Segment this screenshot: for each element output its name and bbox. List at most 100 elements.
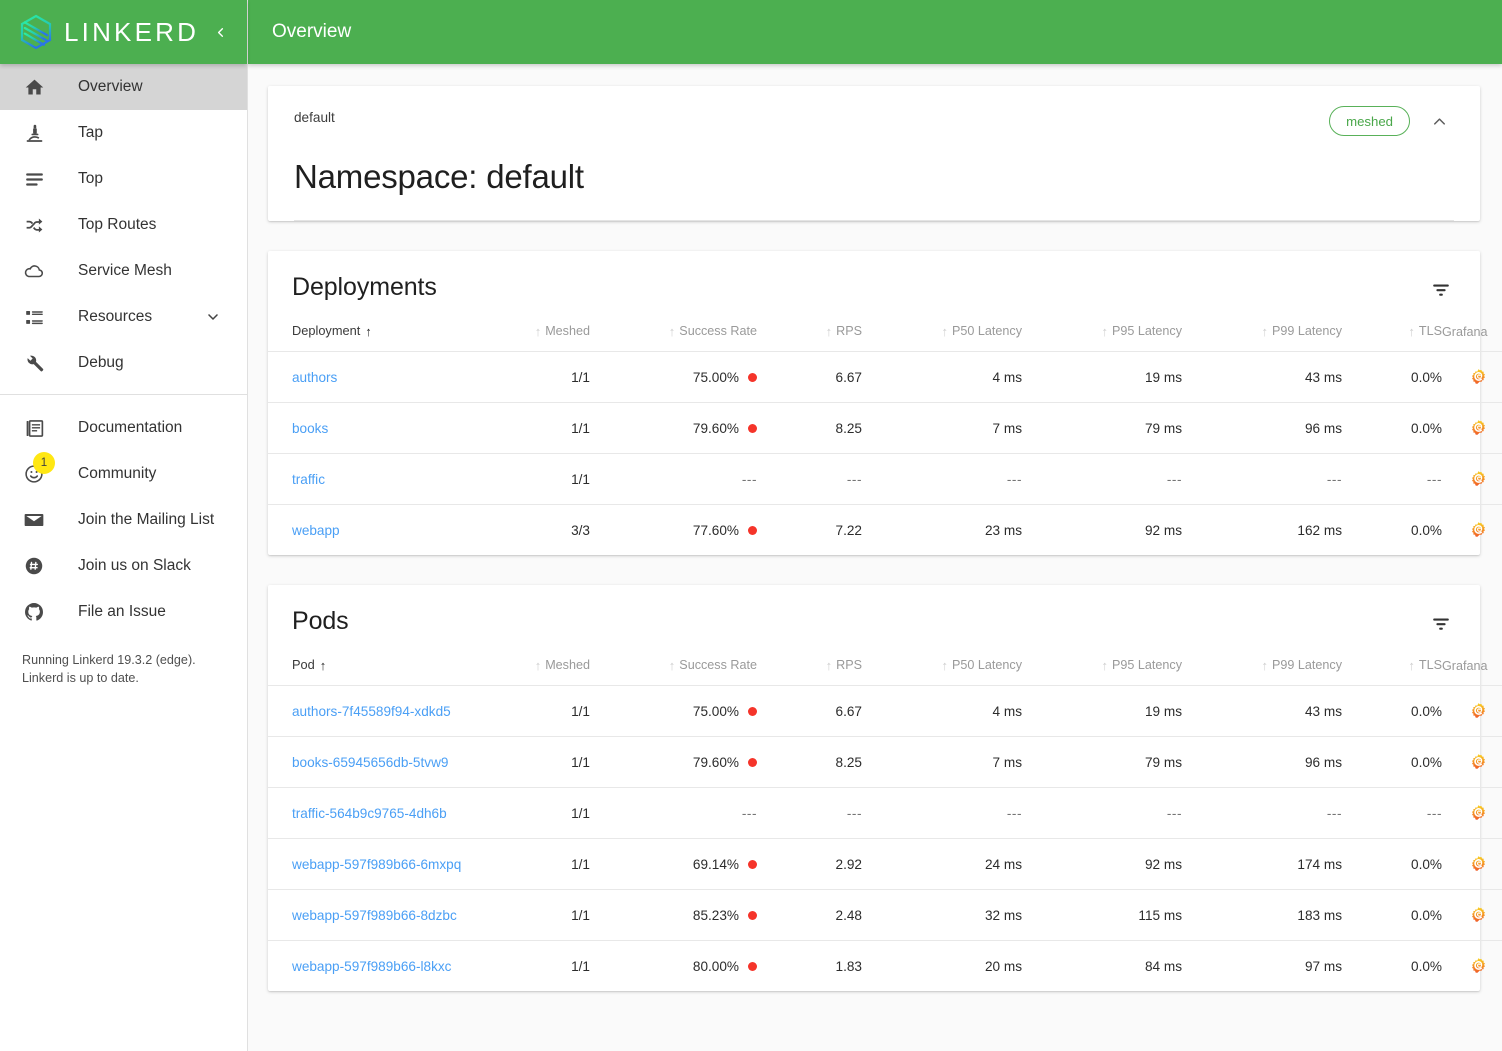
- table-row[interactable]: webapp-597f989b66-6mxpq1/169.14%2.9224 m…: [268, 839, 1502, 890]
- microscope-icon: [22, 121, 46, 145]
- resource-link[interactable]: authors-7f45589f94-xdkd5: [292, 704, 451, 719]
- sidebar-item-documentation[interactable]: Documentation: [0, 405, 247, 451]
- table-cell-grafana[interactable]: [1442, 788, 1502, 839]
- resource-link[interactable]: books: [292, 421, 328, 436]
- resource-link[interactable]: webapp-597f989b66-8dzbc: [292, 908, 457, 923]
- filter-icon[interactable]: [1424, 273, 1458, 307]
- th-p95[interactable]: ↑P95 Latency: [1022, 641, 1182, 686]
- table-cell: 84 ms: [1022, 941, 1182, 992]
- table-cell-grafana[interactable]: [1442, 737, 1502, 788]
- success-rate-value: 85.23%: [693, 908, 739, 923]
- th-label: P95 Latency: [1112, 324, 1182, 338]
- table-row[interactable]: authors-7f45589f94-xdkd51/175.00%6.674 m…: [268, 686, 1502, 737]
- table-row[interactable]: webapp-597f989b66-l8kxc1/180.00%1.8320 m…: [268, 941, 1502, 992]
- sidebar-item-label: Service Mesh: [78, 263, 172, 279]
- sidebar-item-service-mesh[interactable]: Service Mesh: [0, 248, 247, 294]
- th-label: Success Rate: [679, 324, 757, 338]
- table-cell: ---: [757, 788, 862, 839]
- table-cell-grafana[interactable]: [1442, 686, 1502, 737]
- pods-table: Pod↑ ↑Meshed ↑Success Rate ↑RPS ↑P50 Lat…: [268, 641, 1502, 991]
- th-p99[interactable]: ↑P99 Latency: [1182, 641, 1342, 686]
- resource-link[interactable]: webapp-597f989b66-6mxpq: [292, 857, 461, 872]
- table-row[interactable]: traffic-564b9c9765-4dh6b1/1-------------…: [268, 788, 1502, 839]
- table-row[interactable]: webapp3/377.60%7.2223 ms92 ms162 ms0.0%: [268, 505, 1502, 556]
- table-cell: 7.22: [757, 505, 862, 556]
- sidebar-item-file-issue[interactable]: File an Issue: [0, 589, 247, 635]
- table-cell: 1/1: [490, 839, 590, 890]
- status-dot-error: [748, 424, 757, 433]
- table-cell: ---: [1022, 788, 1182, 839]
- table-cell-name: traffic: [268, 454, 490, 505]
- sidebar-item-overview[interactable]: Overview: [0, 64, 247, 110]
- status-dot-error: [748, 911, 757, 920]
- th-label: P95 Latency: [1112, 658, 1182, 672]
- version-line-status: Linkerd is up to date.: [22, 669, 247, 687]
- table-cell: 1.83: [757, 941, 862, 992]
- chevron-down-icon[interactable]: [205, 309, 221, 325]
- sidebar-item-top-routes[interactable]: Top Routes: [0, 202, 247, 248]
- sidebar-collapse-button[interactable]: [207, 19, 233, 45]
- th-p95[interactable]: ↑ P95 Latency: [1022, 307, 1182, 352]
- resource-link[interactable]: authors: [292, 370, 337, 385]
- resource-link[interactable]: webapp-597f989b66-l8kxc: [292, 959, 451, 974]
- table-row[interactable]: traffic1/1------------------: [268, 454, 1502, 505]
- th-tls[interactable]: ↑TLS: [1342, 641, 1442, 686]
- table-cell-grafana[interactable]: [1442, 454, 1502, 505]
- github-icon: [22, 600, 46, 624]
- table-cell-grafana[interactable]: [1442, 505, 1502, 556]
- sidebar-item-label: Top Routes: [78, 217, 156, 233]
- linkerd-logo-icon: [16, 12, 56, 52]
- table-row[interactable]: books-65945656db-5tvw91/179.60%8.257 ms7…: [268, 737, 1502, 788]
- list-bullet-icon: [22, 305, 46, 329]
- table-cell: 0.0%: [1342, 352, 1442, 403]
- table-cell: ---: [1182, 788, 1342, 839]
- table-cell-grafana[interactable]: [1442, 403, 1502, 454]
- deployments-table: Deployment↑ ↑Meshed ↑Success Rate ↑RPS ↑…: [268, 307, 1502, 555]
- table-cell-success-rate: 85.23%: [590, 890, 757, 941]
- table-cell-name: books-65945656db-5tvw9: [268, 737, 490, 788]
- table-cell-grafana[interactable]: [1442, 890, 1502, 941]
- sidebar-item-top[interactable]: Top: [0, 156, 247, 202]
- resource-link[interactable]: webapp: [292, 523, 340, 538]
- th-grafana: Grafana: [1442, 641, 1502, 686]
- th-p50[interactable]: ↑P50 Latency: [862, 641, 1022, 686]
- table-row[interactable]: authors1/175.00%6.674 ms19 ms43 ms0.0%: [268, 352, 1502, 403]
- resource-link[interactable]: traffic: [292, 472, 325, 487]
- sort-asc-icon: ↑: [1408, 658, 1415, 673]
- sidebar-item-debug[interactable]: Debug: [0, 340, 247, 386]
- resource-link[interactable]: traffic-564b9c9765-4dh6b: [292, 806, 447, 821]
- sidebar-item-resources[interactable]: Resources: [0, 294, 247, 340]
- sidebar-item-tap[interactable]: Tap: [0, 110, 247, 156]
- table-cell-grafana[interactable]: [1442, 941, 1502, 992]
- table-cell-grafana[interactable]: [1442, 839, 1502, 890]
- table-row[interactable]: books1/179.60%8.257 ms79 ms96 ms0.0%: [268, 403, 1502, 454]
- table-cell: 174 ms: [1182, 839, 1342, 890]
- table-cell-success-rate: 75.00%: [590, 686, 757, 737]
- th-meshed[interactable]: ↑Meshed: [490, 641, 590, 686]
- sort-asc-icon: ↑: [1101, 324, 1108, 339]
- sidebar-item-slack[interactable]: Join us on Slack: [0, 543, 247, 589]
- th-deployment[interactable]: Deployment↑: [268, 307, 490, 352]
- table-cell: 1/1: [490, 788, 590, 839]
- th-rps[interactable]: ↑RPS: [757, 641, 862, 686]
- filter-icon[interactable]: [1424, 607, 1458, 641]
- th-meshed[interactable]: ↑Meshed: [490, 307, 590, 352]
- sidebar-item-mailing-list[interactable]: Join the Mailing List: [0, 497, 247, 543]
- table-cell-name: webapp-597f989b66-6mxpq: [268, 839, 490, 890]
- th-rps[interactable]: ↑RPS: [757, 307, 862, 352]
- th-tls[interactable]: ↑TLS: [1342, 307, 1442, 352]
- th-p50[interactable]: ↑P50 Latency: [862, 307, 1022, 352]
- th-pod[interactable]: Pod↑: [268, 641, 490, 686]
- resource-link[interactable]: books-65945656db-5tvw9: [292, 755, 448, 770]
- grafana-icon: [1469, 470, 1488, 489]
- table-row[interactable]: webapp-597f989b66-8dzbc1/185.23%2.4832 m…: [268, 890, 1502, 941]
- sidebar-item-community[interactable]: 1 Community: [0, 451, 247, 497]
- th-p99[interactable]: ↑P99 Latency: [1182, 307, 1342, 352]
- th-success-rate[interactable]: ↑Success Rate: [590, 307, 757, 352]
- table-cell-name: authors-7f45589f94-xdkd5: [268, 686, 490, 737]
- table-cell-grafana[interactable]: [1442, 352, 1502, 403]
- status-badge[interactable]: meshed: [1329, 106, 1410, 136]
- th-success-rate[interactable]: ↑Success Rate: [590, 641, 757, 686]
- namespace-collapse-button[interactable]: [1424, 106, 1454, 136]
- sort-asc-icon: ↑: [365, 324, 372, 339]
